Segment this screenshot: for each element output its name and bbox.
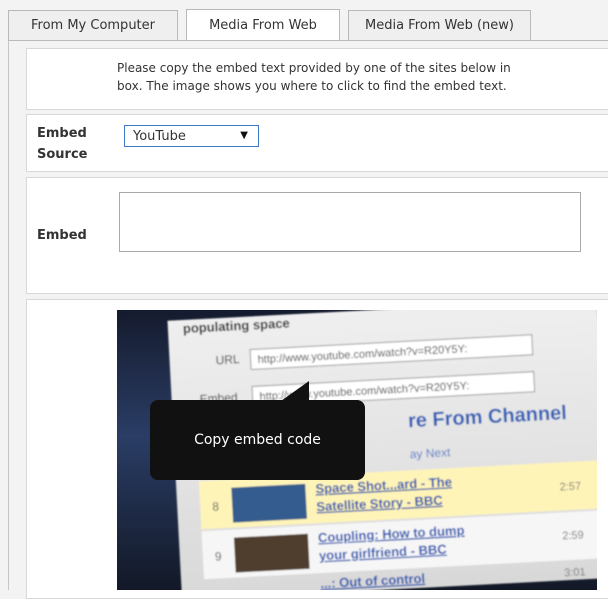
tab-label: Media From Web (new) xyxy=(364,18,514,33)
embed-source-row: Embed Source YouTube ▼ xyxy=(26,114,608,172)
instructions-row: Please copy the embed text provided by o… xyxy=(26,48,608,110)
embed-source-label: Embed Source xyxy=(37,126,88,162)
svg-text:URL: URL xyxy=(215,352,240,367)
svg-text:8: 8 xyxy=(212,499,220,513)
tab-media-from-web-new[interactable]: Media From Web (new) xyxy=(348,10,531,40)
svg-text:2:59: 2:59 xyxy=(562,529,584,542)
dropdown-caret-icon: ▼ xyxy=(240,130,248,141)
instructions-line: Please copy the embed text provided by o… xyxy=(117,61,511,75)
tooltip-text: Copy embed code xyxy=(194,432,321,448)
tab-label: From My Computer xyxy=(30,18,155,33)
selected-value: YouTube xyxy=(133,128,186,144)
instructions-text: Please copy the embed text provided by o… xyxy=(117,59,511,95)
embed-textarea[interactable] xyxy=(119,192,581,252)
svg-text:3:01: 3:01 xyxy=(564,566,586,579)
tab-from-my-computer[interactable]: From My Computer xyxy=(8,10,178,40)
embed-row: Embed xyxy=(26,177,608,294)
svg-text:9: 9 xyxy=(215,549,223,563)
copy-embed-tooltip: Copy embed code xyxy=(150,400,365,480)
instructions-line: box. The image shows you where to click … xyxy=(117,79,507,93)
svg-text:ay Next: ay Next xyxy=(409,445,451,461)
embed-label: Embed xyxy=(37,228,87,243)
media-from-web-panel: Please copy the embed text provided by o… xyxy=(8,41,608,599)
tab-media-from-web[interactable]: Media From Web xyxy=(186,9,340,41)
svg-text:2:57: 2:57 xyxy=(559,480,581,493)
tab-label: Media From Web xyxy=(209,18,317,33)
tab-bar: From My Computer Media From Web Media Fr… xyxy=(8,9,608,41)
embed-source-select[interactable]: YouTube ▼ xyxy=(124,125,259,147)
